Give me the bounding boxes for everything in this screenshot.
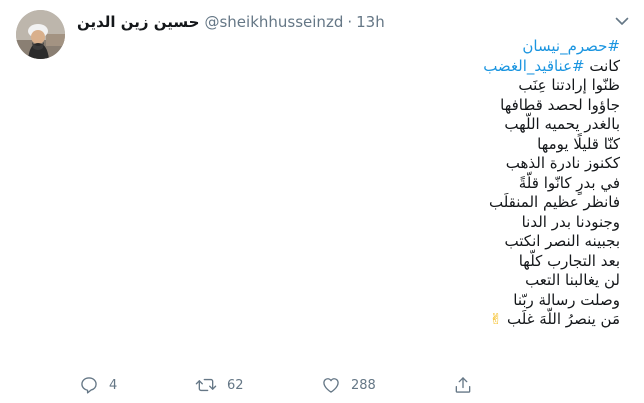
- tweet-line: كانت #عناقيد_الغضب: [140, 57, 620, 77]
- tweet-line: كنّا قليلًا يومها: [140, 135, 620, 155]
- tweet-text-segment: بالغدر يحميه اللّهب: [504, 115, 620, 133]
- tweet-text-segment: ظنّوا إرادتنا عِنَب: [518, 76, 620, 94]
- tweet-line: وصلت رسالة ربّنا: [140, 291, 620, 311]
- reply-count: 4: [109, 377, 118, 393]
- tweet-actions: 4 62 288: [77, 374, 547, 396]
- like-count: 288: [351, 377, 376, 393]
- tweet-card[interactable]: حسين زين الدين @sheikhhusseinzd · 13h #ح…: [0, 0, 644, 403]
- author-handle[interactable]: @sheikhhusseinzd: [204, 13, 343, 31]
- tweet-line: وجنودنا بدر الدنا: [140, 213, 620, 233]
- tweet-header: حسين زين الدين @sheikhhusseinzd · 13h: [77, 12, 385, 32]
- chevron-down-icon[interactable]: [613, 14, 631, 28]
- tweet-text: #حصرم_نيسان كانت #عناقيد_الغضب ظنّوا إرادت…: [140, 37, 620, 330]
- like-button[interactable]: 288: [321, 374, 376, 396]
- tweet-text-segment: مَن ينصرُ اللّهَ غلَب: [506, 310, 620, 328]
- hashtag-link[interactable]: #عناقيد_الغضب: [483, 57, 584, 75]
- tweet-line: بجبينه النصر انكتب: [140, 232, 620, 252]
- tweet-text-segment: لن يغالبنا التعب: [525, 271, 620, 289]
- tweet-text-segment: بعد التجارب كلّها: [518, 251, 620, 270]
- tweet-line: ككنوز نادرة الذهب: [140, 154, 620, 174]
- share-button[interactable]: [453, 374, 473, 396]
- tweet-line: #حصرم_نيسان: [140, 37, 620, 57]
- reply-button[interactable]: 4: [79, 374, 117, 396]
- tweet-text-segment: في بدرٍ كانّوا قلّةً: [518, 173, 620, 192]
- victory-hand-emoji: ✌: [489, 310, 507, 328]
- tweet-line: لن يغالبنا التعب: [140, 271, 620, 291]
- avatar[interactable]: [16, 10, 65, 59]
- tweet-text-segment: بجبينه النصر انكتب: [504, 232, 620, 250]
- hashtag-link[interactable]: #حصرم_نيسان: [522, 37, 620, 55]
- tweet-text-segment: جاؤوا لحصد قطافها: [500, 95, 620, 114]
- tweet-line: فانظر عظيم المنقلَب: [140, 193, 620, 213]
- retweet-button[interactable]: 62: [195, 374, 244, 396]
- tweet-text-segment: فانظر عظيم المنقلَب: [488, 193, 620, 211]
- separator-dot: ·: [347, 13, 353, 31]
- tweet-timestamp[interactable]: 13h: [356, 13, 385, 31]
- tweet-line: ظنّوا إرادتنا عِنَب: [140, 76, 620, 96]
- tweet-text-segment: كانت: [584, 56, 620, 75]
- tweet-text-segment: كنّا قليلًا يومها: [537, 134, 620, 153]
- tweet-text-segment: وصلت رسالة ربّنا: [513, 290, 620, 309]
- retweet-icon: [195, 375, 217, 395]
- tweet-line: في بدرٍ كانّوا قلّةً: [140, 174, 620, 194]
- author-display-name[interactable]: حسين زين الدين: [77, 13, 199, 31]
- reply-icon: [79, 375, 99, 395]
- tweet-text-segment: ككنوز نادرة الذهب: [505, 154, 620, 172]
- like-icon: [321, 375, 341, 395]
- tweet-line: بعد التجارب كلّها: [140, 252, 620, 272]
- tweet-line: مَن ينصرُ اللّهَ غلَب ✌: [140, 310, 620, 330]
- tweet-line: بالغدر يحميه اللّهب: [140, 115, 620, 135]
- retweet-count: 62: [227, 377, 244, 393]
- tweet-line: جاؤوا لحصد قطافها: [140, 96, 620, 116]
- tweet-text-segment: وجنودنا بدر الدنا: [521, 212, 620, 231]
- share-icon: [453, 375, 473, 395]
